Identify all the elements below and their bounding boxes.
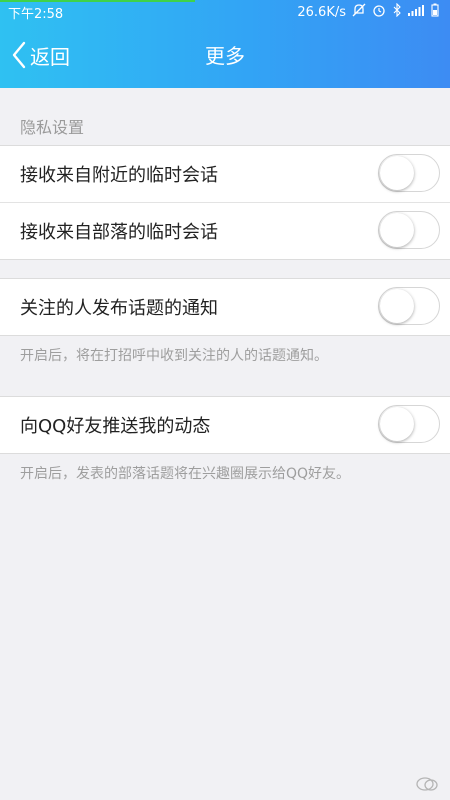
mute-icon [352,3,366,21]
setting-label: 关注的人发布话题的通知 [20,298,218,319]
watermark [416,776,438,792]
status-time: 下午2:58 [8,7,64,22]
topic-notify-group: 关注的人发布话题的通知 [0,278,450,336]
topic-notify-note: 开启后，将在打招呼中收到关注的人的话题通知。 [20,348,328,364]
toggle-nearby-chat[interactable] [378,154,440,192]
nav-bar: 返回 更多 [0,24,450,88]
page-title: 更多 [205,44,245,68]
section-label-privacy: 隐私设置 [20,118,85,137]
setting-label: 接收来自部落的临时会话 [20,222,218,243]
setting-row-tribe-chat: 接收来自部落的临时会话 [0,202,450,259]
qq-push-note: 开启后，发表的部落话题将在兴趣圈展示给QQ好友。 [20,466,351,482]
privacy-group: 接收来自附近的临时会话 接收来自部落的临时会话 [0,145,450,260]
toggle-knob [380,213,414,247]
setting-label: 接收来自附近的临时会话 [20,165,218,186]
alarm-icon [372,3,386,21]
battery-icon [430,3,440,21]
toggle-knob [380,407,414,441]
signal-icon [408,4,424,20]
app-header: 下午2:58 26.6K/s 返回 更多 [0,0,450,88]
toggle-qq-push[interactable] [378,405,440,443]
net-speed: 26.6K/s [297,4,346,20]
toggle-tribe-chat[interactable] [378,211,440,249]
setting-row-topic-notify: 关注的人发布话题的通知 [0,279,450,335]
toggle-knob [380,156,414,190]
status-bar: 下午2:58 26.6K/s [0,0,450,24]
status-icons: 26.6K/s [297,2,440,21]
watermark-logo-icon [416,777,438,791]
toggle-knob [380,289,414,323]
setting-label: 向QQ好友推送我的动态 [20,416,211,437]
setting-row-nearby-chat: 接收来自附近的临时会话 [0,146,450,202]
qq-push-group: 向QQ好友推送我的动态 [0,396,450,454]
wifi-icon [392,2,402,21]
setting-row-qq-push: 向QQ好友推送我的动态 [0,397,450,453]
toggle-topic-notify[interactable] [378,287,440,325]
